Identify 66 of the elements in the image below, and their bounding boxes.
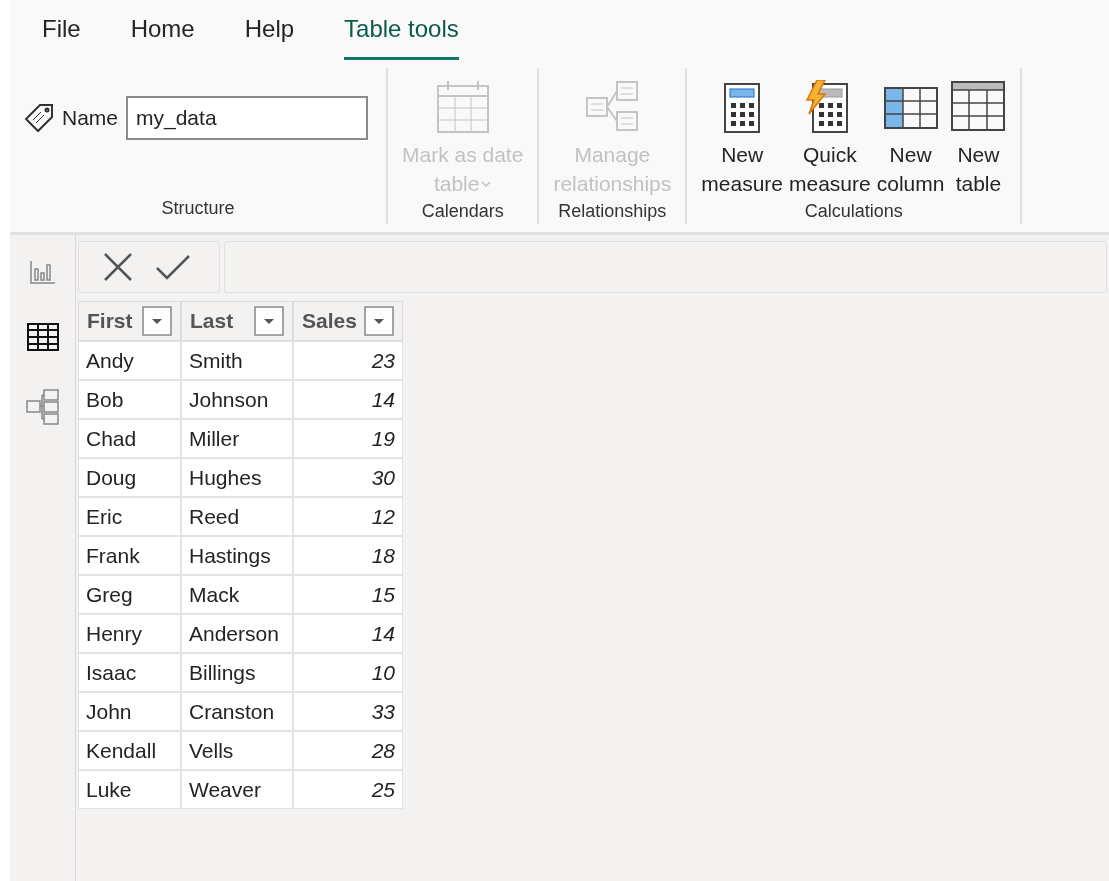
table-cell: Reed <box>181 497 293 536</box>
table-cell: 23 <box>293 341 403 380</box>
table-cell: 10 <box>293 653 403 692</box>
menu-tab[interactable]: Help <box>244 11 295 60</box>
table-cell: 14 <box>293 380 403 419</box>
table-cell: 25 <box>293 770 403 809</box>
table-cell: Vells <box>181 731 293 770</box>
table-cell: Hastings <box>181 536 293 575</box>
table-cell: John <box>78 692 181 731</box>
ribbon-button[interactable]: New column <box>876 80 945 198</box>
close-icon[interactable] <box>103 252 133 282</box>
table-cell: Smith <box>181 341 293 380</box>
table-cell: 33 <box>293 692 403 731</box>
relationship-diagram-icon <box>585 80 640 134</box>
menu-tab[interactable]: File <box>42 11 81 60</box>
group-label: Calendars <box>421 200 504 223</box>
table-cell: Andy <box>78 341 181 380</box>
ribbon-button[interactable]: Quick measure <box>789 80 871 198</box>
table-cell: Isaac <box>78 653 181 692</box>
table-cell: Chad <box>78 419 181 458</box>
check-icon[interactable] <box>155 254 191 280</box>
table-icon <box>26 323 59 351</box>
table-icon <box>950 80 1007 134</box>
table-cell: Kendall <box>78 731 181 770</box>
column-header[interactable]: Sales <box>293 301 403 341</box>
column-header[interactable]: Last <box>181 301 293 341</box>
table-cell: Bob <box>78 380 181 419</box>
tag-icon <box>24 103 54 133</box>
filter-dropdown-icon[interactable] <box>364 306 394 336</box>
name-label: Name <box>62 105 118 132</box>
table-cell: Weaver <box>181 770 293 809</box>
view-button[interactable] <box>26 323 59 351</box>
table-cell: Anderson <box>181 614 293 653</box>
table-cell: 14 <box>293 614 403 653</box>
filter-dropdown-icon[interactable] <box>254 306 284 336</box>
table-cell: Doug <box>78 458 181 497</box>
calendar-icon <box>435 80 490 134</box>
table-cell: Luke <box>78 770 181 809</box>
table-cell: Mack <box>181 575 293 614</box>
group-label: Calculations <box>804 200 903 223</box>
table-cell: 28 <box>293 731 403 770</box>
chevron-down-icon <box>481 180 492 187</box>
model-diagram-icon <box>25 389 60 425</box>
table-cell: Greg <box>78 575 181 614</box>
table-cell: 30 <box>293 458 403 497</box>
name-input-field[interactable]: my_data <box>126 96 368 140</box>
table-cell: 18 <box>293 536 403 575</box>
table-cell: Miller <box>181 419 293 458</box>
group-label: Relationships <box>558 200 667 223</box>
table-cell: Henry <box>78 614 181 653</box>
table-cell: 12 <box>293 497 403 536</box>
table-cell: Johnson <box>181 380 293 419</box>
table-cell: 15 <box>293 575 403 614</box>
bar-chart-icon <box>28 259 57 285</box>
menu-tab[interactable]: Home <box>130 11 195 60</box>
table-cell: Frank <box>78 536 181 575</box>
table-cell: 19 <box>293 419 403 458</box>
table-cell: Eric <box>78 497 181 536</box>
group-label: Structure <box>161 197 235 220</box>
table-cell: Cranston <box>181 692 293 731</box>
table-cell: Billings <box>181 653 293 692</box>
ribbon-button[interactable]: New measure <box>701 80 783 198</box>
ribbon-button[interactable]: New table <box>950 80 1007 198</box>
column-header[interactable]: First <box>78 301 181 341</box>
table-cell: Hughes <box>181 458 293 497</box>
filter-dropdown-icon[interactable] <box>142 306 172 336</box>
